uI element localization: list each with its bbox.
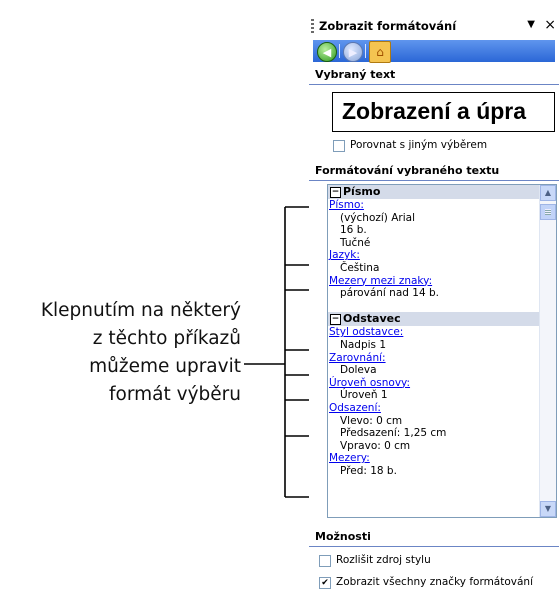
home-icon[interactable]: ⌂ [369,41,391,63]
forward-arrow-icon[interactable]: ▶ [343,42,363,62]
nav-separator [365,44,366,58]
show-style-source-checkbox[interactable] [319,555,331,567]
language-link[interactable]: Jazyk: [328,249,360,261]
font-link[interactable]: Písmo: [328,199,364,211]
outline-level-value: Úroveň 1 [340,389,388,402]
scroll-down-icon[interactable]: ▼ [540,501,556,517]
font-group-header[interactable]: − Písmo [328,185,539,199]
font-value: (výchozí) Arial [340,211,416,224]
close-icon[interactable]: × [544,17,556,33]
alignment-value: Doleva [340,364,377,377]
indentation-value: Vlevo: 0 cm [340,414,403,427]
scroll-up-icon[interactable]: ▲ [540,185,556,201]
vertical-scrollbar[interactable]: ▲ ▼ [539,185,556,517]
char-spacing-value: párování nad 14 b. [340,287,439,300]
formatting-details-list[interactable]: − Písmo Písmo: (výchozí) Arial 16 b. Tuč… [327,184,557,518]
compare-label: Porovnat s jiným výběrem [350,139,488,151]
paragraph-style-value: Nadpis 1 [340,338,387,351]
alignment-link[interactable]: Zarovnání: [328,352,386,364]
preview-text: Zobrazení a úpra [342,98,527,124]
paragraph-style-link[interactable]: Styl odstavce: [328,326,403,338]
font-value: Tučné [340,236,371,249]
selected-text-section: Vybraný text [309,66,559,85]
char-spacing-link[interactable]: Mezery mezi znaky: [328,275,432,287]
section-title: Vybraný text [315,68,396,81]
pane-title: Zobrazit formátování [319,19,457,33]
pane-menu-dropdown-icon[interactable]: ▼ [527,19,535,30]
section-title: Možnosti [315,530,371,543]
indentation-value: Vpravo: 0 cm [340,439,411,452]
language-value: Čeština [340,261,380,274]
scroll-thumb[interactable] [540,204,556,220]
show-all-marks-label: Zobrazit všechny značky formátování [336,576,534,588]
callout-line: můžeme upravit [89,356,241,377]
callout-line: Klepnutím na některý [40,300,241,321]
show-style-source-label: Rozlišit zdroj stylu [336,554,431,566]
nav-separator [339,44,340,58]
callout-line: formát výběru [109,384,241,405]
pane-nav-bar: ◀ ▶ ⌂ [313,40,555,63]
collapse-icon[interactable]: − [330,187,341,198]
selected-text-preview: Zobrazení a úpra [332,92,555,132]
formatting-section: Formátování vybraného textu [309,162,559,181]
back-arrow-icon[interactable]: ◀ [317,42,337,62]
check-mark-icon: ✔ [321,578,329,588]
group-title: Odstavec [343,312,401,326]
callout-line: z těchto příkazů [92,328,241,349]
font-value: 16 b. [340,224,367,237]
options-section: Možnosti [309,528,559,547]
spacing-link[interactable]: Mezery: [328,452,370,464]
section-title: Formátování vybraného textu [315,164,500,177]
reveal-formatting-pane: Zobrazit formátování ▼ × ◀ ▶ ⌂ Vybraný t… [309,14,559,601]
paragraph-group-header[interactable]: − Odstavec [328,312,539,327]
group-title: Písmo [343,185,381,198]
compare-checkbox[interactable] [333,140,345,152]
callout-text: Klepnutím na některý z těchto příkazů mů… [41,297,241,409]
indentation-link[interactable]: Odsazení: [328,402,381,414]
indentation-value: Předsazení: 1,25 cm [340,427,447,440]
drag-grip-icon[interactable] [311,19,314,35]
spacing-value: Před: 18 b. [340,464,397,477]
outline-level-link[interactable]: Úroveň osnovy: [328,377,410,389]
show-all-marks-checkbox[interactable]: ✔ [319,577,331,589]
collapse-icon[interactable]: − [330,314,341,326]
pane-titlebar: Zobrazit formátování ▼ × [309,14,559,40]
